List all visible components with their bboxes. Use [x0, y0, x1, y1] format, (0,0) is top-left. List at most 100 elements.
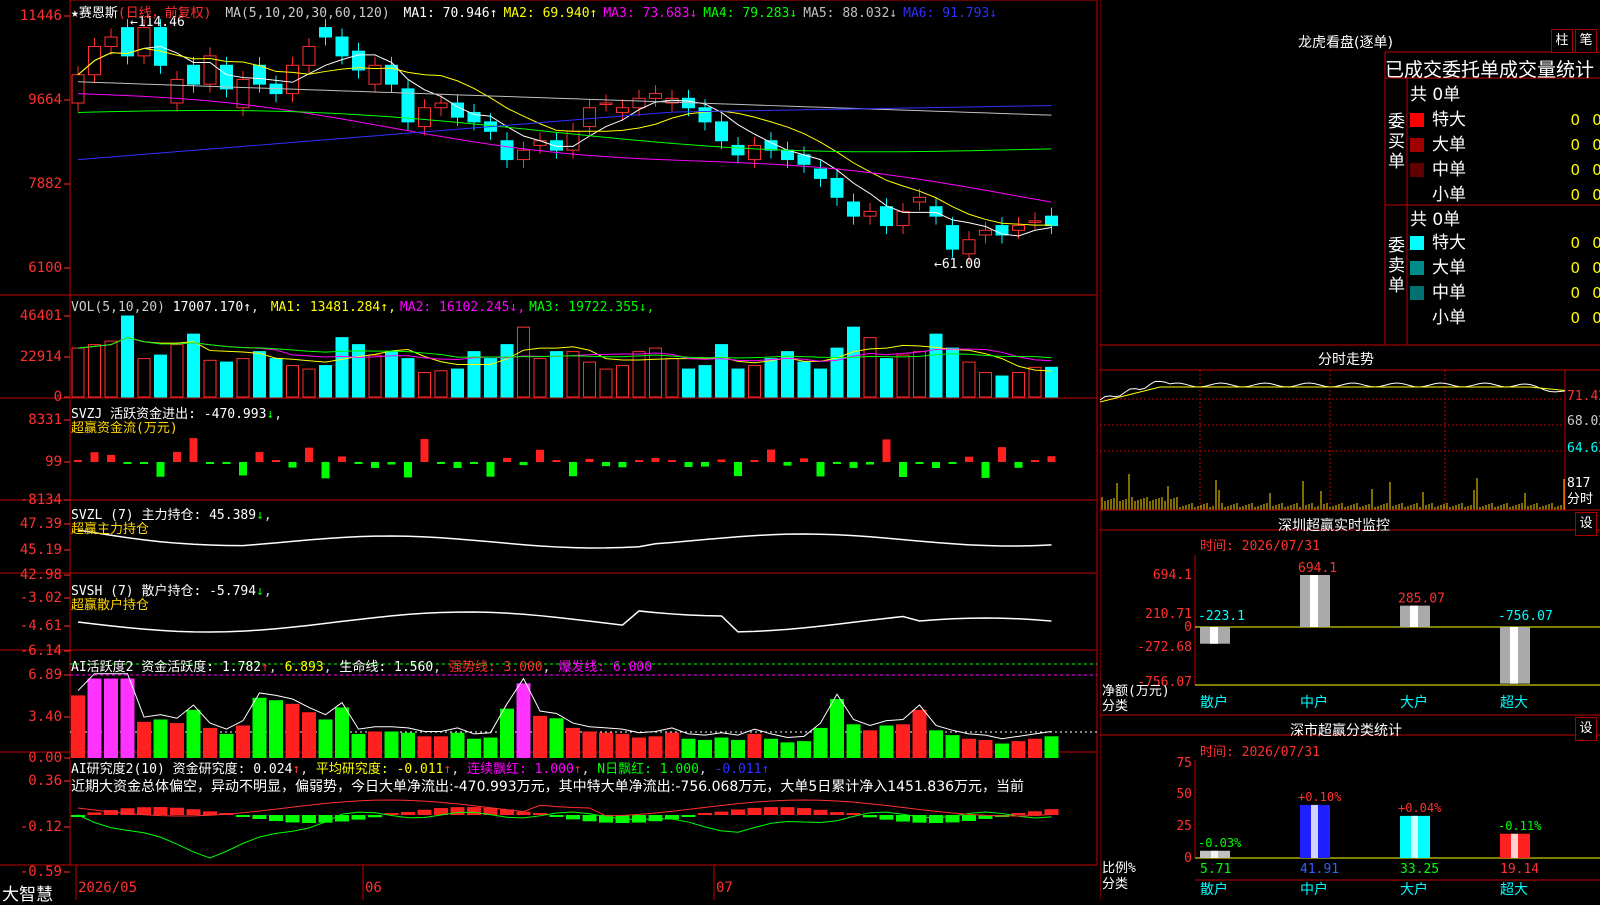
flow-bar: [239, 462, 247, 476]
sell-count: 0: [1570, 234, 1580, 252]
research-bar: [351, 815, 366, 820]
volume-bar: [880, 358, 893, 398]
candle-body: [731, 144, 745, 156]
flow-bar: [371, 462, 379, 468]
activity-bar: [120, 678, 135, 758]
activity-bar: [929, 730, 943, 758]
activity-bar: [599, 732, 613, 758]
activity-bar: [879, 725, 894, 758]
buy-count: 0: [1570, 186, 1580, 204]
volume-bar: [368, 354, 382, 398]
research-bar: [863, 815, 877, 818]
sh-category-label: 超大: [1500, 882, 1528, 898]
buy-count: 0: [1570, 136, 1580, 154]
sz-bar-highlight: [1210, 627, 1218, 644]
research-bar: [450, 807, 465, 815]
flow-bar: [965, 456, 973, 462]
sell-swatch: [1410, 286, 1424, 300]
stock-header: ★赛恩斯(日线，前复权) MA(5,10,20,30,60,120) MA1: …: [71, 2, 997, 21]
y-axis-label: 0.00: [28, 750, 62, 766]
flow-bar: [602, 462, 610, 467]
flow-bar: [948, 462, 957, 464]
flow-bar: [338, 456, 346, 462]
buy-count: 0: [1570, 111, 1580, 129]
buy-swatch: [1410, 138, 1424, 152]
candle-body: [863, 210, 877, 217]
flow-bar: [453, 462, 462, 468]
activity-bar: [533, 715, 547, 758]
activity-bar: [104, 678, 118, 758]
flow-bar: [552, 460, 561, 462]
volume-bar: [385, 351, 398, 398]
sz-settings-button[interactable]: 设: [1575, 512, 1597, 536]
volume-bar: [847, 326, 860, 398]
y-axis-label: 47.39: [20, 516, 62, 532]
candle-body: [137, 27, 151, 57]
y-axis-label: 99: [45, 454, 62, 470]
volume-bar: [979, 372, 992, 398]
volume-bar: [814, 368, 827, 398]
sh-settings-button[interactable]: 设: [1575, 717, 1597, 741]
candle-body: [170, 78, 184, 104]
column-view-button[interactable]: 柱: [1551, 29, 1573, 53]
sz-category-label: 散户: [1200, 694, 1228, 711]
flow-bar: [189, 438, 198, 462]
svzl-sub: 超赢主力持仓: [71, 522, 150, 537]
flow-bar: [585, 458, 594, 462]
research-bar: [87, 812, 102, 815]
activity-bar: [71, 695, 85, 758]
flow-bar: [717, 459, 726, 462]
volume-bar: [121, 315, 134, 398]
sh-category-label: 中户: [1300, 881, 1328, 898]
volume-bar: [896, 354, 910, 398]
volume-bar: [682, 368, 695, 398]
candle-body: [302, 45, 316, 66]
ma-label-2: MA2: 69.940↑: [503, 6, 598, 21]
sh-bar-percent: 33.25: [1400, 862, 1439, 877]
activity-bar: [252, 697, 267, 758]
flow-bar: [1014, 462, 1023, 468]
intraday-frame: [1099, 369, 1566, 511]
tick-view-button[interactable]: 笔: [1575, 29, 1597, 53]
activity-bar: [186, 709, 201, 758]
intraday-title: 分时走势: [1318, 352, 1374, 368]
flow-bar: [437, 462, 445, 464]
research-bar: [830, 812, 844, 815]
sz-bar-value: 285.07: [1398, 592, 1445, 607]
volume-bar: [88, 344, 101, 398]
research-bar: [566, 815, 580, 820]
activity-bar: [87, 678, 102, 758]
activity-bar: [797, 741, 811, 758]
volume-bar: [203, 359, 217, 398]
research-bar: [417, 809, 432, 815]
volume-bar: [418, 372, 431, 398]
candle-body: [599, 102, 613, 106]
activity-bar: [1011, 741, 1026, 758]
research-bar: [780, 807, 795, 815]
sh-bar-highlight: [1511, 833, 1518, 858]
volume-bar: [698, 365, 712, 398]
y-axis-label: -8134: [20, 492, 62, 508]
buy-swatch: [1410, 188, 1424, 202]
sz-bar-value: 694.1: [1298, 561, 1337, 576]
candle-body: [649, 93, 662, 99]
candle-body: [253, 64, 266, 85]
volume-bar: [599, 368, 613, 398]
sz-bar-highlight: [1510, 627, 1518, 684]
flow-bar: [750, 460, 759, 462]
flow-bar: [734, 462, 742, 477]
buy-row: 中单 0 0%: [1410, 155, 1600, 180]
candle-body: [220, 64, 233, 90]
activity-bar: [681, 738, 696, 758]
volume-bar: [583, 361, 596, 398]
sell-name: 大单: [1432, 258, 1466, 278]
research-bar: [401, 812, 415, 815]
volume-bar: [352, 344, 365, 398]
flow-bar: [305, 447, 313, 462]
research-bar: [203, 811, 217, 815]
main-chart-area[interactable]: 11446 9664 7882 6100 46401 22914 0 8331 99 -8134 4…: [0, 0, 1100, 905]
activity-bar: [1044, 736, 1059, 758]
research-bar: [1028, 811, 1042, 815]
candle-body: [698, 107, 712, 123]
research-bar: [516, 811, 531, 815]
